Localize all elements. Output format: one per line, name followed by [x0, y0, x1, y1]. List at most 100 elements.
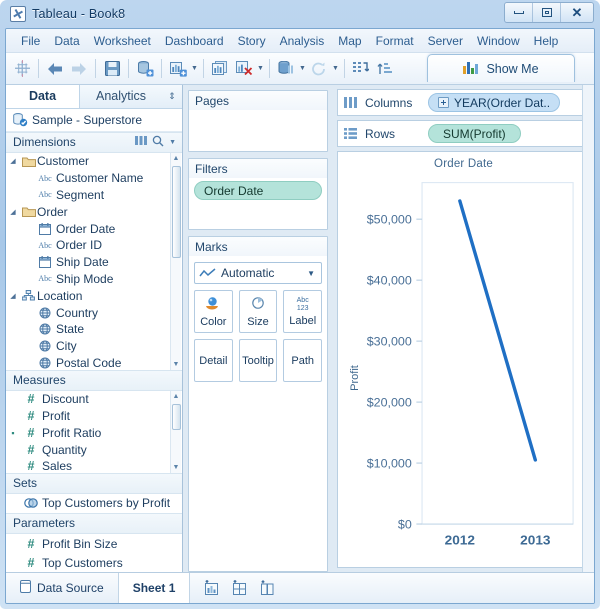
tab-analytics[interactable]: Analytics: [80, 85, 162, 108]
tree-item-quantity[interactable]: # Quantity: [6, 441, 169, 458]
tree-item-state[interactable]: State: [6, 321, 169, 338]
tableau-home-icon[interactable]: [10, 57, 34, 81]
duplicate-sheet-icon[interactable]: [208, 57, 232, 81]
forward-arrow-icon[interactable]: [67, 57, 91, 81]
swap-rows-columns-icon[interactable]: [349, 57, 373, 81]
columns-pill-year-order-date[interactable]: YEAR(Order Dat..: [428, 93, 561, 112]
tree-item-label: State: [56, 322, 85, 337]
dimensions-scrollbar[interactable]: ▲ ▼: [170, 152, 181, 370]
tree-item-sales[interactable]: # Sales: [6, 458, 169, 473]
dimensions-dropdown-caret[interactable]: ▼: [169, 139, 176, 146]
tree-item-postal-code[interactable]: Postal Code: [6, 355, 169, 370]
tree-item-ship-mode[interactable]: Abc Ship Mode: [6, 271, 169, 288]
menu-server[interactable]: Server: [421, 32, 470, 50]
new-worksheet-dropdown-caret[interactable]: ▼: [190, 57, 199, 81]
refresh-data-source-icon[interactable]: [307, 57, 331, 81]
measures-scrollbar[interactable]: ▲ ▼: [170, 390, 181, 473]
filter-pill-order-date[interactable]: Order Date: [194, 181, 322, 200]
menu-map[interactable]: Map: [331, 32, 368, 50]
new-story-icon[interactable]: [258, 579, 276, 597]
tree-item-ship-date[interactable]: Ship Date: [6, 254, 169, 271]
tree-item-order-id[interactable]: Abc Order ID: [6, 237, 169, 254]
menu-worksheet[interactable]: Worksheet: [87, 32, 158, 50]
chevron-down-icon[interactable]: ▼: [307, 269, 315, 278]
refresh-dropdown-caret[interactable]: ▼: [331, 57, 340, 81]
menu-story[interactable]: Story: [231, 32, 273, 50]
tree-item-segment[interactable]: Abc Segment: [6, 187, 169, 204]
group-by-folder-icon[interactable]: [135, 135, 148, 149]
pane-resize-icon[interactable]: ⇕: [162, 85, 182, 108]
menu-data[interactable]: Data: [47, 32, 86, 50]
close-button[interactable]: ✕: [561, 3, 593, 22]
save-icon[interactable]: [100, 57, 124, 81]
tree-item-label: Top Customers: [42, 555, 123, 570]
sort-ascending-icon[interactable]: [373, 57, 397, 81]
tree-folder-location[interactable]: ◢ Location: [6, 287, 169, 304]
tree-folder-customer[interactable]: ◢ Customer: [6, 153, 169, 170]
measures-tree[interactable]: # Discount # Profit ▪ # Profit Ratio # Q…: [6, 390, 182, 473]
rows-shelf[interactable]: Rows SUM(Profit): [337, 120, 590, 147]
tree-item-profit-ratio[interactable]: ▪ # Profit Ratio: [6, 424, 169, 441]
pause-auto-update-dropdown-caret[interactable]: ▼: [298, 57, 307, 81]
pill-expand-icon[interactable]: [438, 97, 449, 108]
pages-shelf[interactable]: [189, 110, 327, 118]
columns-shelf[interactable]: Columns YEAR(Order Dat..: [337, 89, 590, 116]
tree-item-top-customers[interactable]: # Top Customers: [6, 553, 182, 572]
menu-analysis[interactable]: Analysis: [273, 32, 332, 50]
scroll-down-icon[interactable]: ▼: [173, 462, 180, 473]
menu-help[interactable]: Help: [527, 32, 566, 50]
menu-window[interactable]: Window: [470, 32, 527, 50]
data-source-row[interactable]: Sample - Superstore: [6, 108, 182, 132]
filters-shelf[interactable]: Order Date: [189, 178, 327, 205]
marks-label-button[interactable]: Abc 123 Label: [283, 290, 323, 333]
scroll-down-icon[interactable]: ▼: [173, 359, 180, 370]
new-data-source-icon[interactable]: [133, 57, 157, 81]
tree-item-top-customers-by-profit[interactable]: Top Customers by Profit: [6, 494, 182, 513]
tree-item-label: Sales: [42, 459, 73, 473]
new-worksheet-icon[interactable]: [202, 579, 220, 597]
show-me-button[interactable]: Show Me: [427, 54, 575, 82]
expander-icon[interactable]: ◢: [6, 157, 20, 165]
tree-item-discount[interactable]: # Discount: [6, 391, 169, 408]
abc-icon: Abc: [38, 240, 52, 250]
tree-item-profit[interactable]: # Profit: [6, 408, 169, 425]
marks-title: Marks: [189, 237, 327, 256]
clear-sheet-icon[interactable]: [232, 57, 256, 81]
expander-icon[interactable]: ◢: [6, 292, 20, 300]
tree-folder-order[interactable]: ◢ Order: [6, 203, 169, 220]
tab-sheet-1[interactable]: Sheet 1: [118, 573, 191, 603]
number-icon: #: [27, 536, 35, 551]
marks-color-button[interactable]: Color: [194, 290, 233, 333]
scroll-up-icon[interactable]: ▲: [173, 391, 180, 402]
new-worksheet-icon[interactable]: [166, 57, 190, 81]
clear-sheet-dropdown-caret[interactable]: ▼: [256, 57, 265, 81]
expander-icon[interactable]: ◢: [6, 208, 20, 216]
line-chart[interactable]: $0 $10,000 $20,000 $30,000 $40,000 $50,000 201…: [338, 174, 589, 567]
rows-pill-sum-profit[interactable]: SUM(Profit): [428, 124, 521, 143]
menu-format[interactable]: Format: [369, 32, 421, 50]
pause-auto-update-icon[interactable]: [274, 57, 298, 81]
menu-dashboard[interactable]: Dashboard: [158, 32, 231, 50]
dimensions-tree[interactable]: ◢ Customer Abc Customer Name Abc Segment…: [6, 152, 182, 370]
mark-type-dropdown[interactable]: Automatic ▼: [194, 262, 322, 284]
tree-item-profit-bin-size[interactable]: # Profit Bin Size: [6, 534, 182, 553]
marks-path-button[interactable]: Path: [283, 339, 323, 382]
new-dashboard-icon[interactable]: [230, 579, 248, 597]
search-icon[interactable]: [152, 135, 164, 150]
marks-detail-button[interactable]: Detail: [194, 339, 233, 382]
scroll-up-icon[interactable]: ▲: [173, 153, 180, 164]
marks-size-button[interactable]: Size: [238, 290, 278, 333]
tree-item-country[interactable]: Country: [6, 304, 169, 321]
restore-button[interactable]: [533, 3, 561, 22]
menu-file[interactable]: File: [14, 32, 47, 50]
back-arrow-icon[interactable]: [43, 57, 67, 81]
tree-item-customer-name[interactable]: Abc Customer Name: [6, 170, 169, 187]
tab-data-source[interactable]: Data Source: [6, 573, 119, 603]
visualization-area[interactable]: Order Date Profit $0 $10,000 $20,000 $30,00…: [337, 151, 590, 568]
tree-item-order-date[interactable]: Order Date: [6, 220, 169, 237]
tree-item-city[interactable]: City: [6, 338, 169, 355]
minimize-button[interactable]: [505, 3, 533, 22]
marks-tooltip-button[interactable]: Tooltip: [238, 339, 278, 382]
viz-vertical-scrollbar[interactable]: [582, 85, 594, 572]
tab-data[interactable]: Data: [6, 85, 80, 108]
